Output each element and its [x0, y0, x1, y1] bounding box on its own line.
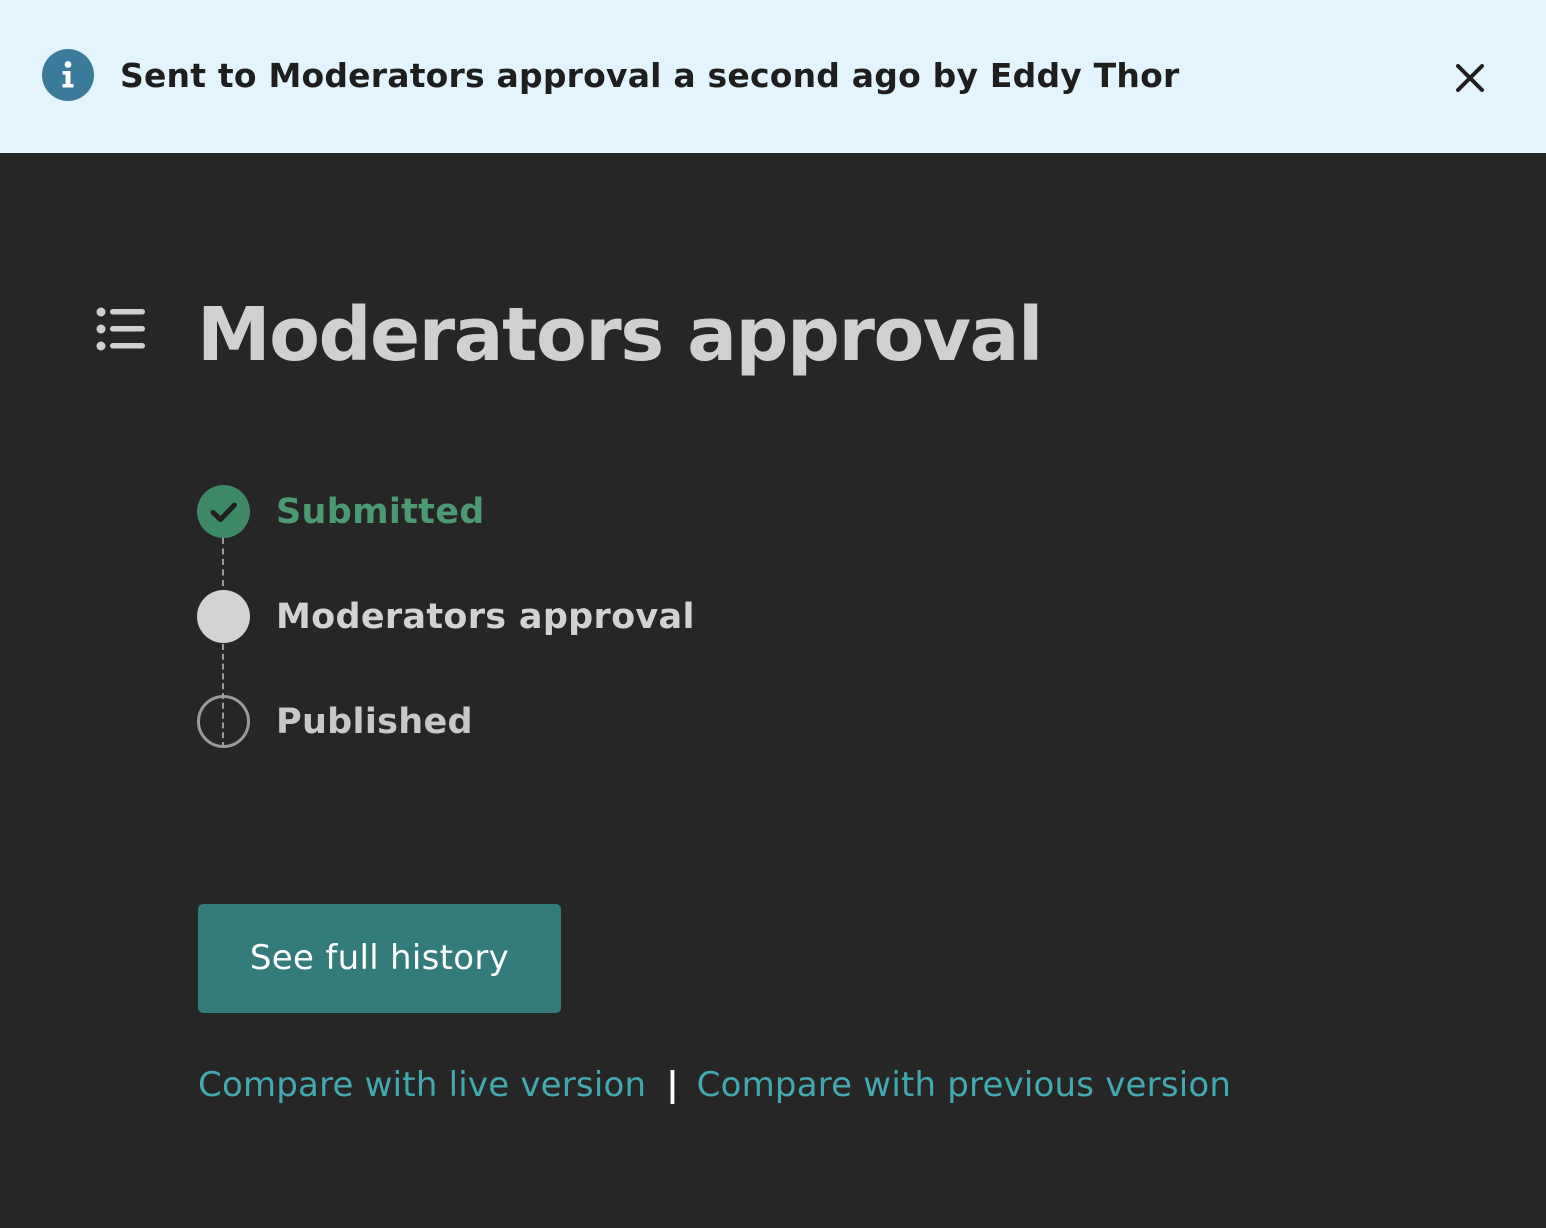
step-published: Published: [196, 693, 896, 749]
notification-banner: Sent to Moderators approval a second ago…: [0, 0, 1546, 153]
compare-links: Compare with live version | Compare with p…: [198, 1060, 1231, 1110]
workflow-steps: Submitted Moderators approval Published: [196, 480, 896, 760]
see-full-history-button[interactable]: See full history: [198, 904, 561, 1013]
pending-step-marker: [197, 695, 250, 748]
list-icon: [96, 306, 146, 352]
step-moderators-approval: Moderators approval: [196, 588, 896, 644]
checkmark-icon: [197, 485, 250, 538]
current-step-marker: [197, 590, 250, 643]
link-separator: |: [666, 1065, 679, 1105]
close-icon[interactable]: [1448, 56, 1492, 100]
step-label: Submitted: [276, 492, 485, 532]
page-title: Moderators approval: [197, 292, 1043, 378]
compare-previous-link[interactable]: Compare with previous version: [697, 1065, 1231, 1105]
compare-live-link[interactable]: Compare with live version: [198, 1065, 646, 1105]
step-label: Published: [276, 702, 473, 742]
info-icon: [42, 49, 94, 101]
step-label: Moderators approval: [276, 597, 695, 637]
notification-message: Sent to Moderators approval a second ago…: [120, 56, 1180, 95]
step-submitted: Submitted: [196, 483, 896, 539]
step-connector: [222, 538, 224, 586]
